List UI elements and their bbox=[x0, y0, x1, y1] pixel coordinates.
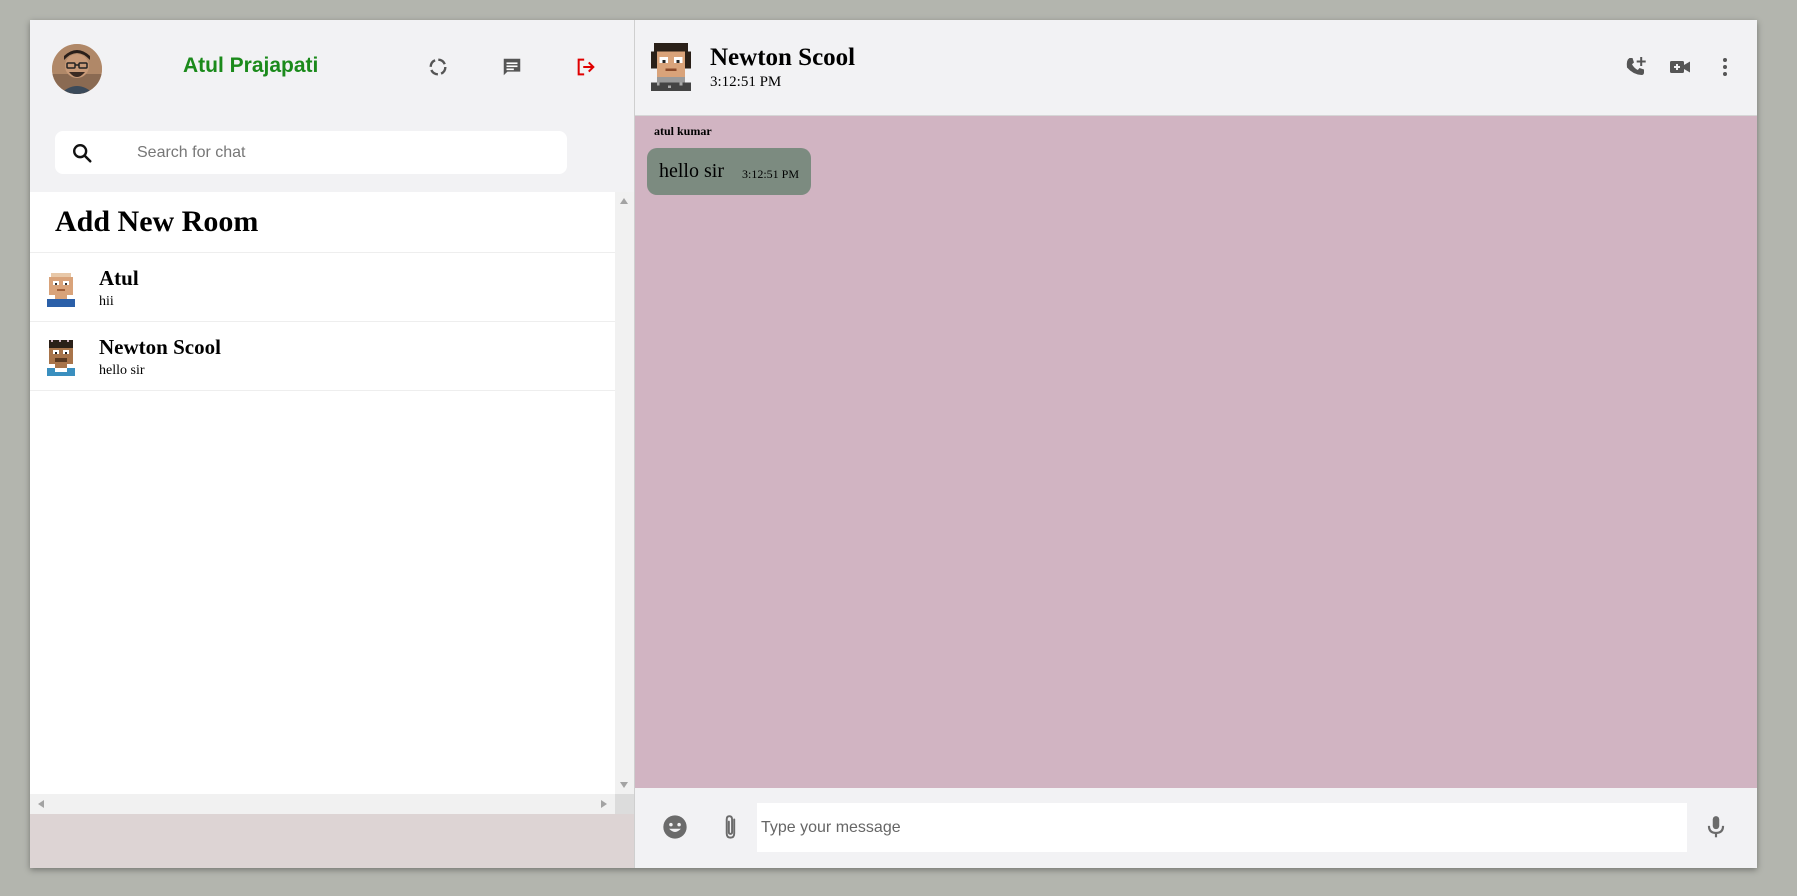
scroll-left-arrow-icon[interactable] bbox=[38, 800, 44, 808]
emoji-icon[interactable] bbox=[661, 813, 689, 841]
message-timestamp: 3:12:51 PM bbox=[742, 167, 800, 181]
chat-bubble-icon bbox=[503, 58, 521, 76]
chat-last-message: hii bbox=[99, 294, 114, 309]
message-text: hello sir bbox=[659, 160, 724, 182]
logout-icon bbox=[577, 58, 595, 76]
scrollbar-corner bbox=[615, 794, 634, 814]
more-options-button[interactable] bbox=[1712, 54, 1738, 80]
scroll-right-arrow-icon[interactable] bbox=[601, 800, 607, 808]
chat-header: Newton Scool 3:12:51 PM bbox=[635, 20, 1757, 116]
chat-title: Newton Scool bbox=[710, 44, 856, 71]
search-icon bbox=[73, 144, 92, 163]
logout-button[interactable] bbox=[573, 54, 599, 80]
add-call-button[interactable] bbox=[1622, 54, 1648, 80]
message-sender: atul kumar bbox=[654, 124, 712, 138]
search-box bbox=[55, 131, 567, 174]
message-input[interactable] bbox=[757, 803, 1687, 852]
user-avatar[interactable] bbox=[52, 44, 102, 94]
chat-last-message: hello sir bbox=[99, 363, 145, 378]
chat-last-seen: 3:12:51 PM bbox=[710, 74, 782, 90]
chat-panel: Newton Scool 3:12:51 PM atul kumar hello… bbox=[635, 20, 1757, 868]
more-vert-icon bbox=[1723, 58, 1727, 76]
sidebar: Atul Prajapati Search for chat Add New R… bbox=[30, 20, 635, 868]
paperclip-icon[interactable] bbox=[718, 813, 744, 843]
search-input[interactable] bbox=[135, 139, 549, 167]
message-bubble: hello sir 3:12:51 PM bbox=[647, 148, 812, 195]
user-name: Atul Prajapati bbox=[183, 54, 319, 77]
status-button[interactable] bbox=[425, 54, 451, 80]
add-new-room-button[interactable]: Add New Room bbox=[30, 192, 615, 253]
scroll-up-arrow-icon[interactable] bbox=[620, 198, 628, 204]
video-camera-icon bbox=[1670, 61, 1690, 73]
scroll-down-arrow-icon[interactable] bbox=[620, 782, 628, 788]
chat-list-item[interactable]: Newton Scool hello sir bbox=[30, 322, 615, 391]
search-bar bbox=[30, 115, 634, 192]
avatar bbox=[47, 340, 75, 376]
message-composer bbox=[635, 788, 1757, 868]
chat-name: Atul bbox=[99, 266, 139, 290]
add-call-icon bbox=[1626, 57, 1646, 75]
circle-notch-icon bbox=[429, 58, 447, 76]
sidebar-header: Atul Prajapati bbox=[30, 20, 634, 115]
horizontal-scrollbar[interactable] bbox=[30, 794, 615, 814]
microphone-icon[interactable] bbox=[1703, 813, 1729, 841]
chat-list-item[interactable]: Atul hii bbox=[30, 253, 615, 322]
video-call-button[interactable] bbox=[1667, 54, 1693, 80]
vertical-scrollbar[interactable] bbox=[615, 192, 634, 794]
chat-app: Atul Prajapati Search for chat Add New R… bbox=[30, 20, 1757, 868]
chat-avatar[interactable] bbox=[648, 43, 694, 91]
chat-name: Newton Scool bbox=[99, 335, 221, 359]
avatar bbox=[47, 273, 75, 307]
chat-list: Add New Room Atul hii Newton Scool hello… bbox=[30, 192, 615, 794]
new-chat-button[interactable] bbox=[499, 54, 525, 80]
